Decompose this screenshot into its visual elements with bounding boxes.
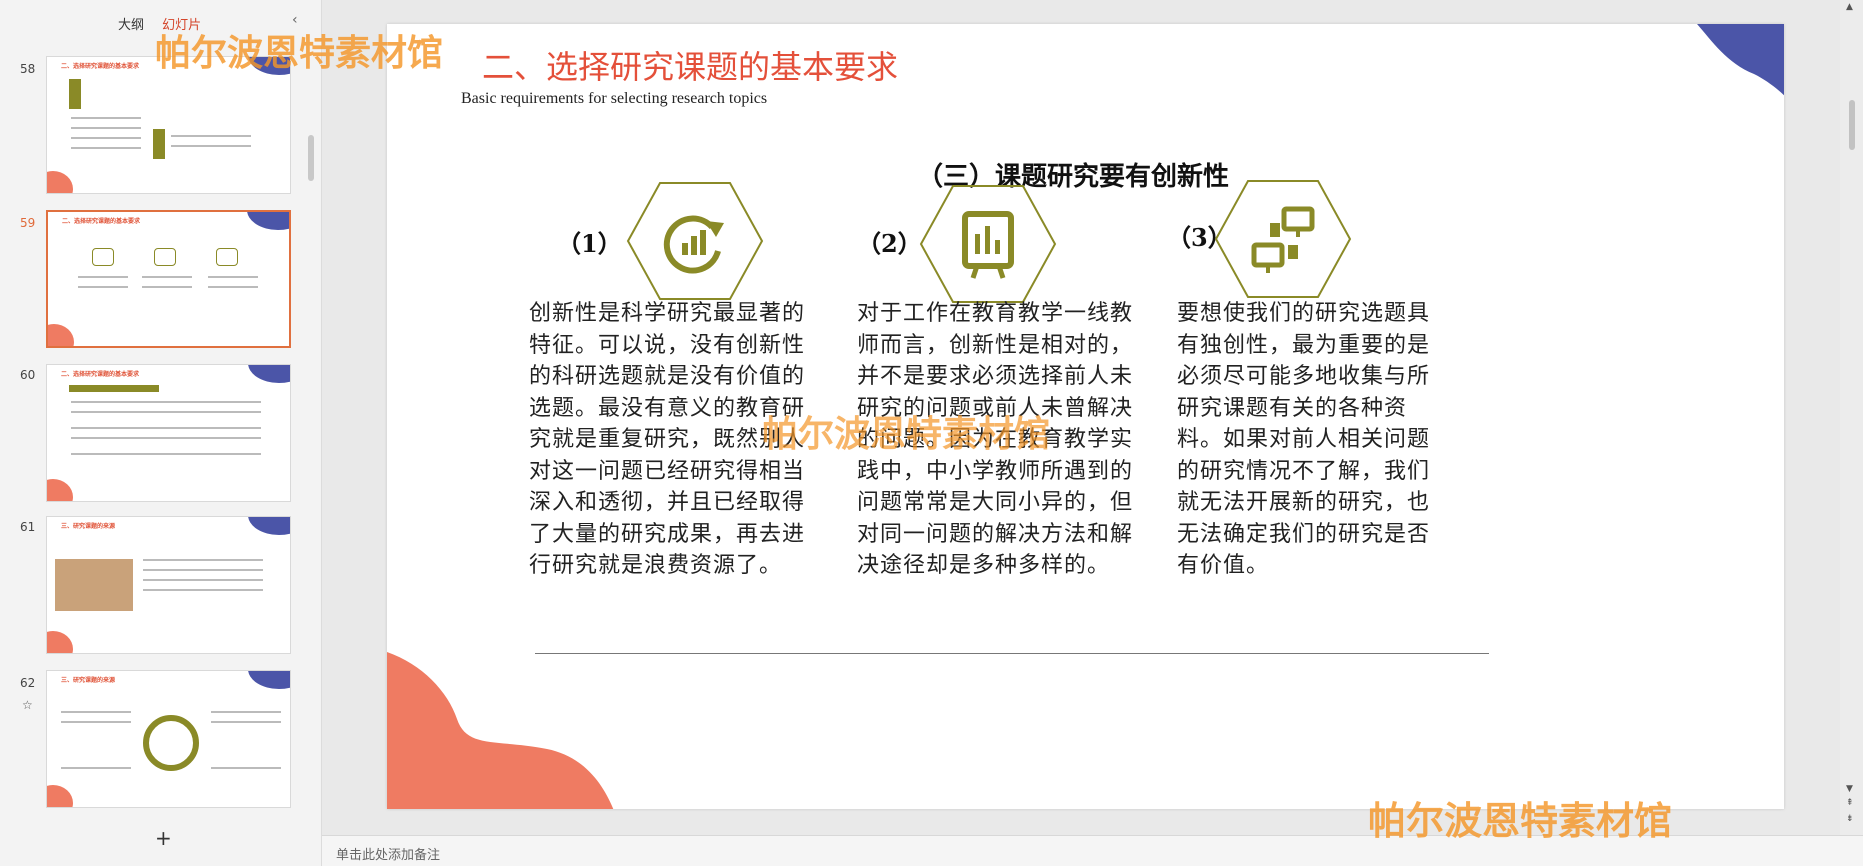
- thumb-text-line: [142, 286, 192, 288]
- thumb-photo: [55, 559, 133, 611]
- thumb-text-line: [71, 411, 261, 413]
- watermark-text: 帕尔波恩特素材馆: [155, 32, 444, 74]
- thumb-olive-block: [153, 129, 165, 159]
- thumb-decor-blob: [47, 171, 73, 193]
- slide-title: 二、选择研究课题的基本要求: [482, 48, 899, 86]
- thumb-title: 三、研究课题的来源: [61, 523, 116, 530]
- thumb-text-line: [71, 437, 261, 439]
- network-computers-icon: [1251, 206, 1315, 273]
- thumb-text-line: [208, 286, 258, 288]
- thumb-hex: [154, 248, 176, 266]
- refresh-chart-icon: [663, 215, 724, 274]
- watermark-text: 帕尔波恩特素材馆: [762, 413, 1051, 455]
- thumb-text-line: [208, 276, 258, 278]
- slide-sidebar: 大纲 幻灯片 ‹ 58 二、选择研究课题的基本要求 59 二、选择研究课题的基本…: [0, 0, 322, 866]
- thumb-olive-block: [69, 385, 159, 392]
- thumb-title: 二、选择研究课题的基本要求: [62, 218, 141, 225]
- slide-thumbnail-60[interactable]: 二、选择研究课题的基本要求: [46, 364, 291, 502]
- thumb-decor-blob: [247, 212, 289, 230]
- column-number: （1）: [557, 229, 622, 258]
- thumb-text-line: [78, 286, 128, 288]
- hexagon-frame: [1214, 180, 1352, 298]
- decor-blob-blue: [1697, 24, 1784, 96]
- thumb-text-line: [71, 427, 261, 429]
- thumb-text-line: [78, 276, 128, 278]
- slide-subtitle: Basic requirements for selecting researc…: [461, 90, 768, 107]
- sidebar-scrollbar[interactable]: [308, 135, 314, 181]
- scroll-thumb[interactable]: [1849, 100, 1855, 150]
- slide-canvas-area: 二、选择研究课题的基本要求 Basic requirements for sel…: [322, 0, 1863, 835]
- thumb-hex: [92, 248, 114, 266]
- thumb-decor-blob: [47, 479, 73, 501]
- slide-number: 61: [20, 520, 36, 534]
- thumb-text-line: [71, 147, 141, 149]
- thumb-text-line: [143, 579, 263, 581]
- watermark-text: 帕尔波恩特素材馆: [1368, 798, 1673, 843]
- plus-icon[interactable]: +: [155, 826, 172, 850]
- tab-outline[interactable]: 大纲: [118, 18, 144, 33]
- notes-placeholder[interactable]: 单击此处添加备注: [336, 844, 440, 863]
- thumb-text-line: [143, 569, 263, 571]
- slide-thumbnail-58[interactable]: 二、选择研究课题的基本要求: [46, 56, 291, 194]
- slide-number: 58: [20, 62, 36, 76]
- thumb-decor-blob: [248, 517, 290, 535]
- thumb-decor-blob: [47, 631, 73, 653]
- slide-thumbnail-59[interactable]: 二、选择研究课题的基本要求: [46, 210, 291, 348]
- thumb-title: 二、选择研究课题的基本要求: [61, 371, 140, 378]
- thumb-text-line: [171, 135, 251, 137]
- slide-number: 59: [20, 216, 36, 230]
- thumb-text-line: [143, 589, 263, 591]
- thumb-text-line: [71, 127, 141, 129]
- slide[interactable]: 二、选择研究课题的基本要求 Basic requirements for sel…: [387, 24, 1784, 809]
- thumb-text-line: [143, 559, 263, 561]
- thumb-text-line: [71, 453, 261, 455]
- thumb-title: 三、研究课题的来源: [61, 677, 116, 684]
- scroll-down-icon[interactable]: ▼: [1846, 784, 1853, 794]
- thumb-cycle-diagram: [143, 715, 199, 771]
- thumb-decor-blob: [248, 365, 290, 383]
- star-icon[interactable]: ☆: [22, 698, 33, 712]
- next-slide-icon[interactable]: ⇟: [1846, 814, 1854, 824]
- thumb-text-line: [211, 721, 281, 723]
- thumb-title: 二、选择研究课题的基本要求: [61, 63, 140, 70]
- thumb-text-line: [61, 711, 131, 713]
- presentation-board-icon: [962, 211, 1014, 279]
- thumb-text-line: [71, 117, 141, 119]
- column-number: （2）: [857, 229, 922, 258]
- thumb-olive-block: [69, 79, 81, 109]
- divider-line: [535, 653, 1489, 654]
- thumb-decor-blob: [47, 785, 73, 807]
- thumb-hex: [216, 248, 238, 266]
- thumb-text-line: [61, 767, 131, 769]
- thumb-text-line: [211, 711, 281, 713]
- hexagon-frame: [626, 182, 764, 300]
- slide-thumbnail-62[interactable]: 三、研究课题的来源: [46, 670, 291, 808]
- hexagon-frame: [919, 185, 1057, 303]
- scroll-up-icon[interactable]: ▲: [1846, 2, 1853, 12]
- column-text: 要想使我们的研究选题具有独创性，最为重要的是必须尽可能多地收集与所研究课题有关的…: [1177, 301, 1431, 578]
- thumb-text-line: [171, 145, 251, 147]
- vertical-scrollbar[interactable]: ▲ ▼ ⇞ ⇟: [1840, 0, 1863, 835]
- thumb-text-line: [211, 767, 281, 769]
- thumb-decor-blob: [248, 671, 290, 689]
- thumb-text-line: [71, 137, 141, 139]
- prev-slide-icon[interactable]: ⇞: [1846, 798, 1854, 808]
- thumb-text-line: [61, 721, 131, 723]
- thumb-decor-blob: [48, 324, 74, 346]
- thumb-text-line: [142, 276, 192, 278]
- slide-thumbnail-61[interactable]: 三、研究课题的来源: [46, 516, 291, 654]
- thumb-text-line: [71, 401, 261, 403]
- decor-blob-coral: [387, 652, 614, 809]
- slide-number: 62: [20, 676, 36, 690]
- slide-number: 60: [20, 368, 36, 382]
